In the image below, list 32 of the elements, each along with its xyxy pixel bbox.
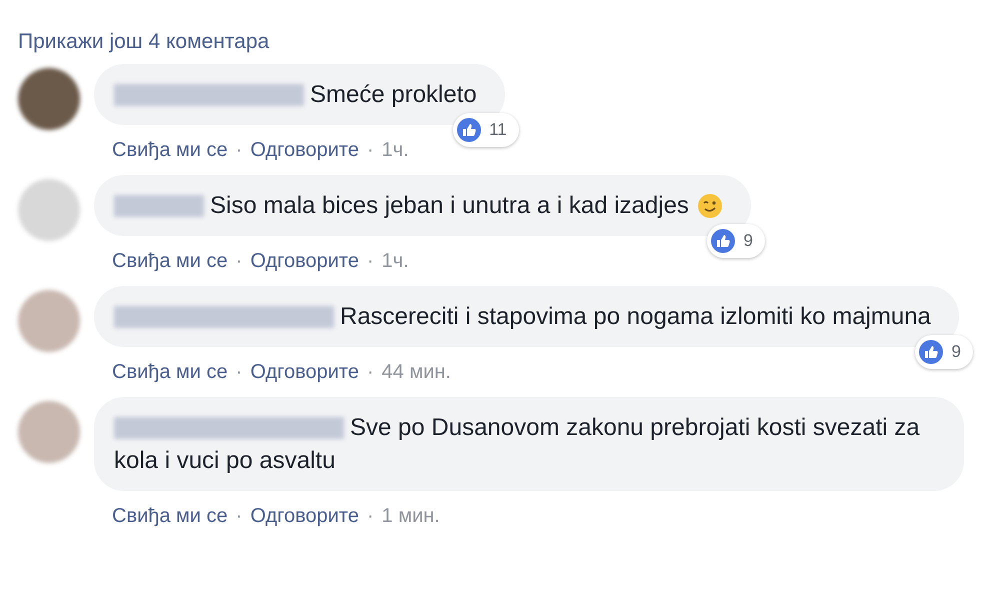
like-count: 9 [951, 341, 961, 363]
comment-text: Sve po Dusanovom zakonu prebrojati kosti svezati za kola i vuci po asvaltu [114, 412, 921, 476]
comment-action-link[interactable]: Свиђа ми се [112, 500, 228, 530]
separator-dot: · [366, 360, 374, 384]
separator-dot: · [236, 504, 242, 528]
comment-action-link[interactable]: Свиђа ми се [112, 134, 228, 164]
thumbs-up-icon [457, 118, 482, 142]
like-count: 11 [489, 119, 507, 141]
comment-action-link[interactable]: Одговорите [250, 356, 359, 386]
comment-text: Smeće prokleto [114, 78, 477, 110]
separator-dot: · [366, 138, 374, 162]
separator-dot: · [236, 360, 242, 384]
thumbs-up-icon [711, 228, 736, 253]
thumbs-up-icon [919, 340, 944, 364]
avatar[interactable] [18, 68, 80, 130]
separator-dot: · [366, 504, 374, 528]
comment-action-link[interactable]: Одговорите [250, 500, 359, 530]
comment-text: Siso mala bices jeban i unutra a i kad izadjes [114, 188, 723, 222]
show-more-comments-link[interactable]: Прикажи још 4 коментара [18, 26, 1000, 58]
like-count-badge[interactable]: 9 [915, 335, 973, 368]
comment-action-link[interactable]: Свиђа ми се [112, 246, 228, 276]
like-count: 9 [743, 230, 753, 252]
like-count-badge[interactable]: 11 [453, 113, 519, 146]
comment-action-link[interactable]: Одговорите [250, 134, 359, 164]
comment-action-link[interactable]: Одговорите [250, 246, 359, 276]
separator-dot: · [366, 248, 374, 274]
separator-dot: · [236, 248, 242, 274]
comment-text: Rascereciti i stapovima po nogama izlomiti ko majmuna [114, 300, 931, 332]
winking-face-icon [696, 193, 723, 220]
like-count-badge[interactable]: 9 [707, 224, 765, 258]
comment-action-link[interactable]: Свиђа ми се [112, 356, 228, 386]
separator-dot: · [236, 138, 242, 162]
